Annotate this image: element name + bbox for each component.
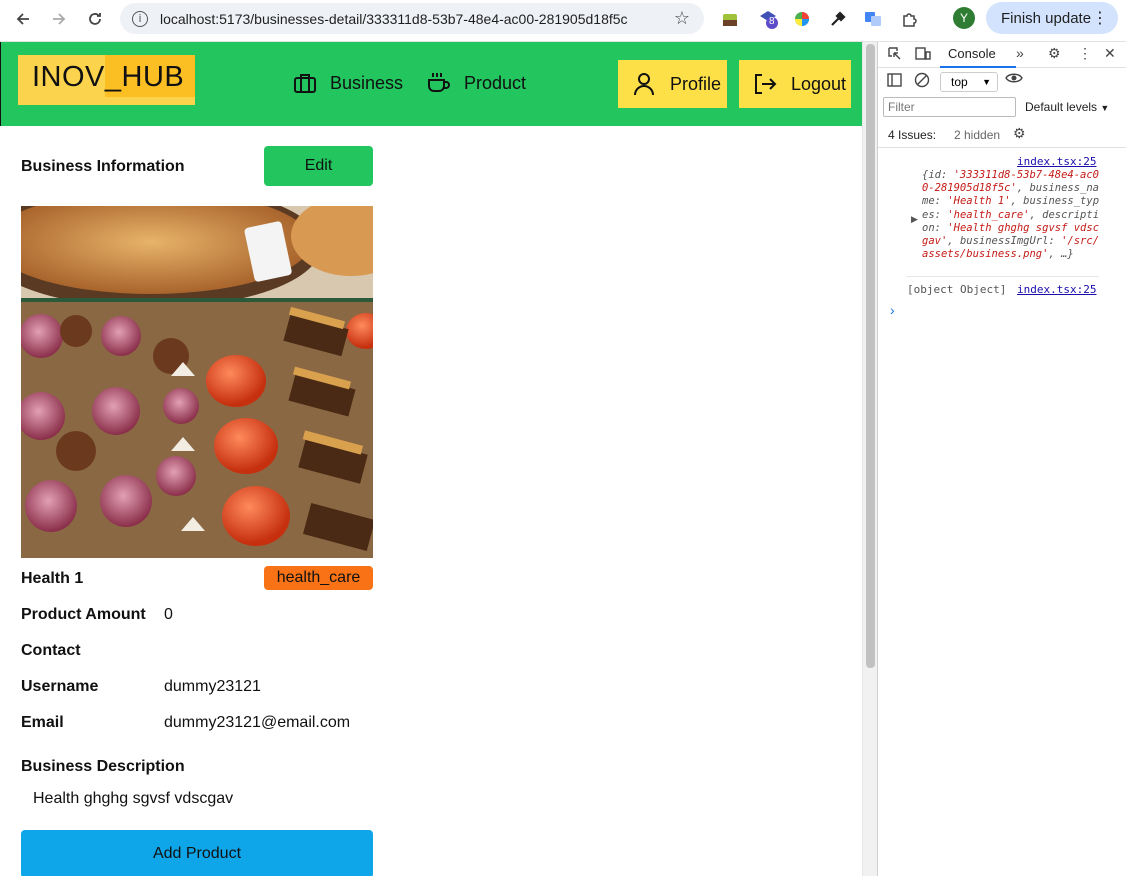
devtools-panel: Console » ⚙ ⋮ ✕ top ▼ Filter Default lev…	[877, 42, 1126, 876]
email-label: Email	[21, 714, 64, 731]
close-icon[interactable]: ✕	[1104, 45, 1116, 62]
contact-label: Contact	[21, 642, 81, 659]
nav-product-label: Product	[464, 72, 527, 93]
username-value: dummy23121	[164, 678, 261, 695]
reload-icon[interactable]	[80, 4, 110, 34]
finish-update-label: Finish update	[1001, 9, 1092, 27]
log-levels-label: Default levels	[1025, 100, 1098, 114]
context-select-value: top	[951, 75, 968, 89]
product-amount-label: Product Amount	[21, 606, 146, 623]
log-source-link-2[interactable]: index.tsx:25	[1017, 283, 1096, 296]
extensions-puzzle-icon[interactable]	[899, 8, 921, 30]
add-product-button[interactable]: Add Product	[21, 830, 373, 876]
finish-update-button[interactable]: Finish update ⋮	[986, 2, 1118, 34]
app-header: INOV_HUB Business Product Profile Logout	[0, 42, 862, 126]
console-log-text: [object Object]	[907, 283, 1007, 296]
log-levels-dropdown[interactable]: Default levels ▼	[1025, 100, 1109, 114]
business-description-text: Health ghghg sgvsf vdscgav	[33, 790, 234, 807]
url-text: localhost:5173/businesses-detail/333311d…	[160, 10, 628, 27]
eyedropper-icon[interactable]	[827, 8, 849, 30]
user-icon	[634, 73, 654, 96]
inspect-element-icon[interactable]	[887, 46, 902, 64]
eye-icon[interactable]	[1005, 71, 1023, 88]
logo[interactable]: INOV_HUB	[18, 55, 195, 105]
back-arrow-icon[interactable]	[8, 4, 38, 34]
devtools-tabs: Console » ⚙ ⋮ ✕	[878, 42, 1126, 68]
console-settings-icon[interactable]: ⚙	[1013, 125, 1026, 142]
business-type-tag: health_care	[264, 566, 373, 590]
color-wheel-icon[interactable]	[791, 8, 813, 30]
bookmark-star-icon[interactable]: ☆	[674, 8, 690, 29]
more-vert-icon: ⋮	[1092, 10, 1108, 27]
profile-button[interactable]: Profile	[618, 60, 727, 108]
clear-console-icon[interactable]	[914, 72, 930, 91]
logout-label: Logout	[791, 73, 847, 94]
profile-label: Profile	[670, 73, 722, 94]
dropdown-arrow-icon: ▼	[982, 77, 991, 87]
log-divider	[906, 276, 1099, 277]
extension-jar-icon[interactable]	[719, 8, 741, 30]
settings-gear-icon[interactable]: ⚙	[1048, 45, 1061, 62]
dropdown-arrow-icon: ▼	[1100, 103, 1110, 113]
profile-avatar[interactable]: Y	[953, 7, 975, 29]
hidden-count: 2 hidden	[954, 128, 1001, 142]
logout-icon	[755, 74, 777, 94]
issues-count[interactable]: 4 Issues:	[888, 128, 936, 142]
log-source-link[interactable]: index.tsx:25	[1017, 155, 1096, 168]
extension-badge-count: 8	[769, 16, 775, 27]
console-filter-input[interactable]: Filter	[883, 97, 1016, 117]
briefcase-icon	[294, 74, 316, 93]
tab-console[interactable]: Console	[940, 46, 1016, 68]
nav-product[interactable]: Product	[426, 70, 526, 96]
console-log-object[interactable]: {id: '333311d8-53b7-48e4-ac00-281905d18f…	[922, 169, 1102, 261]
logout-button[interactable]: Logout	[739, 60, 851, 108]
browser-toolbar: i localhost:5173/businesses-detail/33331…	[0, 0, 1126, 42]
more-vert-icon[interactable]: ⋮	[1078, 45, 1092, 62]
console-toolbar: top ▼	[878, 68, 1126, 95]
nav-business[interactable]: Business	[292, 70, 403, 96]
scrollbar-thumb[interactable]	[866, 44, 875, 668]
more-tabs-icon[interactable]: »	[1016, 45, 1024, 61]
site-info-icon[interactable]: i	[132, 10, 148, 27]
issues-bar: 4 Issues: 2 hidden ⚙	[878, 122, 1126, 148]
coffee-cup-icon	[428, 73, 450, 92]
translate-icon[interactable]	[862, 8, 884, 30]
forward-arrow-icon[interactable]	[44, 4, 74, 34]
business-name: Health 1	[21, 570, 84, 587]
page-viewport: INOV_HUB Business Product Profile Logout…	[0, 42, 862, 876]
console-prompt-chevron-icon[interactable]: ›	[890, 302, 895, 318]
extension-badge-icon[interactable]: 8	[757, 8, 779, 30]
sidebar-toggle-icon[interactable]	[887, 73, 902, 90]
business-image	[21, 206, 373, 558]
logo-text: INOV_HUB	[32, 61, 185, 93]
username-label: Username	[21, 678, 99, 695]
context-select[interactable]: top ▼	[940, 72, 998, 92]
product-amount-value: 0	[164, 606, 173, 623]
address-bar[interactable]: i localhost:5173/businesses-detail/33331…	[120, 3, 704, 34]
business-info-title: Business Information	[21, 158, 185, 175]
expand-triangle-icon[interactable]: ▶	[911, 214, 918, 225]
business-description-label: Business Description	[21, 758, 185, 775]
email-value: dummy23121@email.com	[164, 714, 351, 731]
page-scrollbar[interactable]	[862, 42, 877, 876]
nav-business-label: Business	[330, 72, 404, 93]
device-toggle-icon[interactable]	[915, 46, 931, 64]
edit-button[interactable]: Edit	[264, 146, 373, 186]
